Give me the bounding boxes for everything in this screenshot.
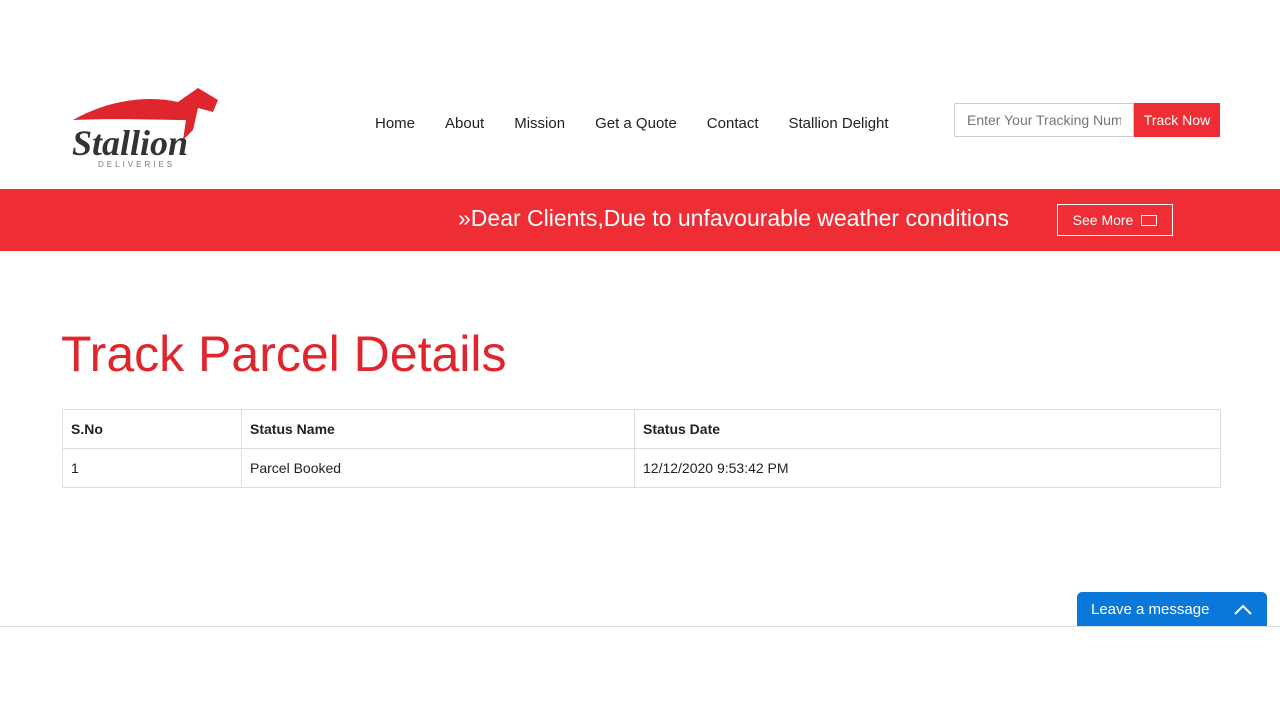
logo[interactable]: Stallion DELIVERIES (68, 80, 228, 172)
main-nav: Home About Mission Get a Quote Contact S… (375, 115, 889, 132)
column-header: Status Date (634, 409, 1221, 449)
table-cell: Parcel Booked (241, 448, 635, 488)
column-header: Status Name (241, 409, 635, 449)
table-header-row: S.No Status Name Status Date (62, 409, 1221, 449)
leave-message-widget[interactable]: Leave a message (1077, 592, 1267, 626)
track-now-button[interactable]: Track Now (1134, 103, 1220, 137)
table-cell: 12/12/2020 9:53:42 PM (634, 448, 1221, 488)
newspaper-icon (1141, 214, 1158, 226)
tracking-table: S.No Status Name Status Date 1 Parcel Bo… (62, 409, 1221, 488)
nav-get-a-quote[interactable]: Get a Quote (595, 115, 677, 132)
chevron-up-icon (1234, 604, 1252, 615)
nav-stallion-delight[interactable]: Stallion Delight (789, 115, 889, 132)
see-more-button[interactable]: See More (1057, 204, 1173, 236)
see-more-label: See More (1072, 212, 1134, 228)
tracking-form: Track Now (954, 103, 1220, 137)
table-cell: 1 (62, 448, 242, 488)
tracking-input[interactable] (954, 103, 1134, 137)
nav-about[interactable]: About (445, 115, 484, 132)
logo-subtext: DELIVERIES (98, 160, 176, 169)
nav-home[interactable]: Home (375, 115, 415, 132)
table-row: 1 Parcel Booked 12/12/2020 9:53:42 PM (62, 448, 1221, 488)
nav-contact[interactable]: Contact (707, 115, 759, 132)
nav-mission[interactable]: Mission (514, 115, 565, 132)
column-header: S.No (62, 409, 242, 449)
chat-label: Leave a message (1091, 600, 1210, 618)
page-title: Track Parcel Details (61, 326, 507, 382)
divider (0, 626, 1280, 627)
announcement-banner: »Dear Clients,Due to unfavourable weathe… (0, 189, 1280, 251)
logo-text: Stallion (72, 123, 189, 163)
announcement-ticker: »Dear Clients,Due to unfavourable weathe… (458, 205, 1010, 231)
